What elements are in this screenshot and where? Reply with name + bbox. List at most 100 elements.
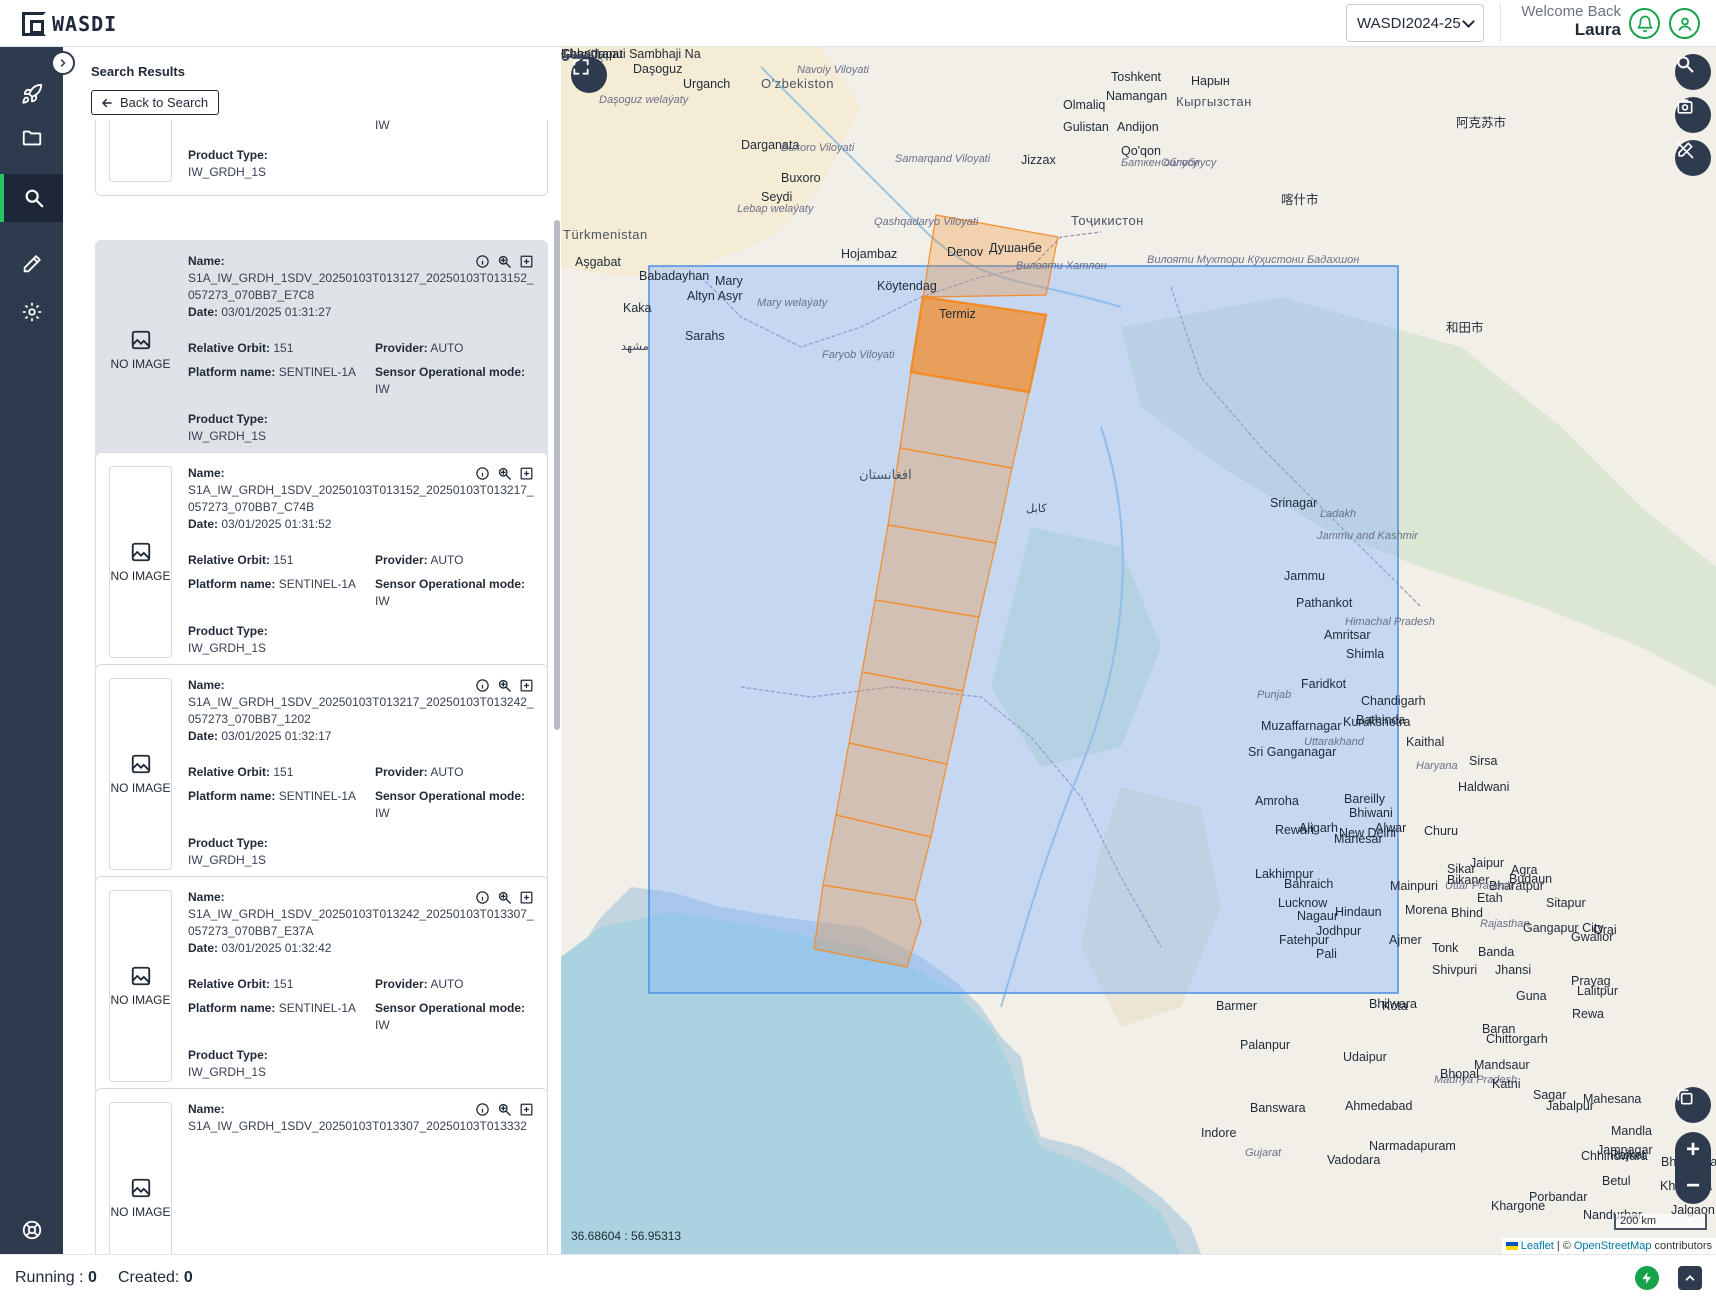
map-label: Нарын: [1191, 74, 1230, 88]
result-name-label: Name:: [188, 1102, 225, 1116]
nav-marketplace[interactable]: [0, 70, 63, 118]
map-label: Himachal Pradesh: [1345, 616, 1435, 628]
add-square-icon: [520, 255, 533, 268]
notifications-button[interactable]: [1629, 8, 1660, 39]
result-sensor-mode: Sensor Operational mode:IW: [375, 365, 526, 396]
map-label: مشهد: [621, 341, 649, 353]
add-to-workspace-button[interactable]: [518, 1101, 535, 1118]
map-label: Ajmer: [1389, 933, 1422, 947]
map-label: Bhind: [1451, 906, 1483, 920]
result-sensor-mode: Sensor Operational mode:IW: [375, 120, 390, 132]
add-square-icon: [520, 891, 533, 904]
result-card[interactable]: NO IMAGE Name: S1A_IW_GRDH_1SDV_20250103…: [95, 240, 548, 460]
result-card[interactable]: NO IMAGE Name: S1A_IW_GRDH_1SDV_20250103…: [95, 664, 548, 884]
result-card[interactable]: NO IMAGE Name: Date: Relative Orbit: 151…: [95, 120, 548, 196]
map-label: Udaipur: [1343, 1050, 1387, 1064]
map-label: Gujarat: [1245, 1147, 1282, 1159]
wasdi-logo[interactable]: WASDI: [22, 12, 117, 36]
map-label: Betul: [1602, 1174, 1631, 1188]
add-to-workspace-button[interactable]: [518, 677, 535, 694]
map-label: Namangan: [1106, 89, 1168, 103]
created-label: Created:: [118, 1269, 180, 1286]
image-placeholder-icon: [131, 542, 150, 562]
welcome-block: Welcome Back Laura: [1521, 3, 1621, 39]
map-label: Uttar Pradesh: [1445, 880, 1513, 892]
workspace-name: WASDI2024-25: [1357, 14, 1461, 32]
edit-off-icon: [1676, 141, 1694, 159]
result-card[interactable]: NO IMAGE Name: S1A_IW_GRDH_1SDV_20250103…: [95, 1088, 548, 1254]
user-menu-button[interactable]: [1669, 8, 1700, 39]
map-label: Qashqadaryo Viloyati: [874, 216, 979, 228]
processes-status-button[interactable]: [1635, 1266, 1659, 1290]
result-card[interactable]: NO IMAGE Name: S1A_IW_GRDH_1SDV_20250103…: [95, 452, 548, 672]
zoom-control: + −: [1675, 1132, 1711, 1204]
back-to-search-button[interactable]: Back to Search: [91, 90, 220, 115]
nav-workspaces[interactable]: [0, 114, 63, 162]
layers-icon: [1677, 1089, 1693, 1105]
expand-processes-button[interactable]: [1678, 1266, 1702, 1290]
map-label: Lucknow: [1278, 896, 1328, 910]
result-platform: Platform name: SENTINEL-1A: [188, 577, 357, 591]
draw-edit-button[interactable]: [1675, 140, 1711, 176]
map-label: Daşoguz welaýaty: [599, 94, 689, 106]
map-label: Banswara: [1250, 1101, 1306, 1115]
map-view[interactable]: Toshkent Namangan Andijon Olmaliq Gulistan Ji…: [561, 47, 1716, 1254]
chevron-right-icon: [60, 59, 66, 67]
map-label: Faryob Viloyati: [822, 349, 895, 361]
nav-search[interactable]: [0, 174, 63, 222]
map-label: Jammu and Kashmir: [1317, 530, 1418, 542]
result-provider: Provider: AUTO: [375, 977, 464, 991]
result-product-type: Product Type: IW_GRDH_1S: [188, 148, 268, 179]
image-placeholder-icon: [131, 966, 150, 986]
result-date: Date: 03/01/2025 01:32:42: [188, 941, 332, 955]
map-label: Babadayhan: [639, 269, 710, 283]
leaflet-link[interactable]: Leaflet: [1521, 1240, 1554, 1252]
map-label: Bahraich: [1284, 877, 1334, 891]
user-name: Laura: [1574, 20, 1621, 39]
map-label: Rajkot: [1610, 1148, 1646, 1162]
map-label: Rewa: [1572, 1007, 1604, 1021]
layers-button[interactable]: [1675, 1087, 1711, 1123]
map-search-button[interactable]: [1675, 54, 1711, 90]
nav-settings[interactable]: [0, 288, 63, 336]
running-label: Running :: [15, 1269, 84, 1286]
osm-link[interactable]: OpenStreetMap: [1574, 1240, 1652, 1252]
running-count: Running : 0: [15, 1269, 97, 1287]
result-relative-orbit: Relative Orbit: 151: [188, 765, 294, 779]
map-label: Jabalpur: [1546, 1099, 1594, 1113]
import-shape-button[interactable]: [1675, 97, 1711, 133]
add-to-workspace-button[interactable]: [518, 253, 535, 270]
results-scrollbar[interactable]: [554, 220, 560, 730]
workspace-select[interactable]: WASDI2024-25: [1346, 4, 1484, 42]
search-icon: [25, 189, 43, 208]
map-label: Кыргызстан: [1176, 94, 1252, 109]
map-label: Khargone: [1491, 1199, 1546, 1213]
map-label: Aligarh: [1299, 821, 1338, 835]
map-label: Haldwani: [1458, 780, 1510, 794]
map-label: Тоҷикистон: [1071, 213, 1144, 228]
result-provider: Provider: AUTO: [375, 553, 464, 567]
toggle-sidebar-button[interactable]: [51, 51, 75, 75]
result-date: Date: 03/01/2025 01:31:52: [188, 517, 332, 531]
bolt-icon: [1642, 1272, 1652, 1284]
zoom-out-button[interactable]: −: [1675, 1168, 1711, 1204]
nav-support[interactable]: [0, 1206, 63, 1254]
map-label: Вилояти Хатлон: [1016, 260, 1107, 272]
map-label: Köytendag: [877, 279, 937, 293]
zoom-in-button[interactable]: +: [1675, 1132, 1711, 1168]
map-label: Mandsaur: [1474, 1058, 1530, 1072]
map-label: Kota: [1382, 999, 1408, 1013]
map-label: Kaithal: [1406, 735, 1445, 749]
map-label: Budaun: [1509, 872, 1553, 886]
result-card[interactable]: NO IMAGE Name: S1A_IW_GRDH_1SDV_20250103…: [95, 876, 548, 1096]
map-attribution: Leaflet | © OpenStreetMap contributors: [1501, 1238, 1716, 1254]
map-label: Morena: [1405, 903, 1448, 917]
fullscreen-button[interactable]: [571, 57, 607, 93]
results-list[interactable]: NO IMAGE Name: Date: Relative Orbit: 151…: [95, 120, 554, 1254]
nav-edit[interactable]: [0, 240, 63, 288]
add-to-workspace-button[interactable]: [518, 889, 535, 906]
add-to-workspace-button[interactable]: [518, 465, 535, 482]
map-label: Баткен облусу: [1121, 157, 1199, 169]
map-label: Kaka: [623, 301, 652, 315]
map-label: Hojambaz: [841, 247, 898, 261]
